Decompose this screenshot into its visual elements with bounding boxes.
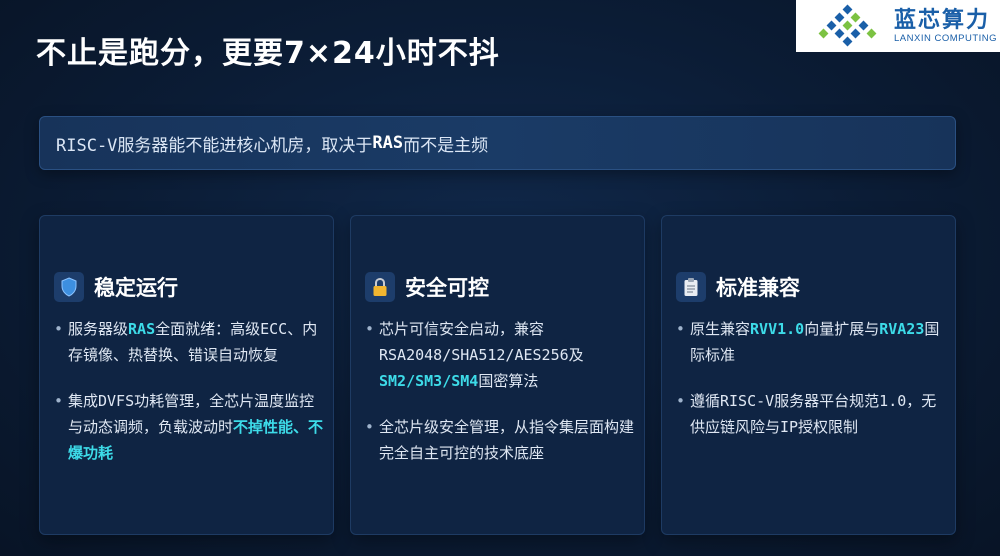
card-stable-operation: 稳定运行 服务器级RAS全面就绪：高级ECC、内存镜像、热替换、错误自动恢复 集… [39,215,334,535]
bullet-security-management: 全芯片级安全管理，从指令集层面构建完全自主可控的技术底座 [365,414,635,466]
banner-ras: RAS [372,133,404,153]
card-title: 安全可控 [405,276,489,300]
logo-mark-icon [818,4,877,47]
page-title: 不止是跑分，更要7×24小时不抖 [36,36,500,71]
card-security: 安全可控 芯片可信安全启动，兼容RSA2048/SHA512/AES256及SM… [350,215,645,535]
clipboard-icon [676,272,706,302]
bullet-dvfs: 集成DVFS功耗管理，全芯片温度监控与动态调频，负载波动时不掉性能、不爆功耗 [54,388,324,466]
logo-name-cn: 蓝芯算力 [894,7,991,33]
lock-icon [365,272,395,302]
card-title: 标准兼容 [716,276,800,300]
banner-prefix: RISC-V服务器能不能进核心机房，取决于 [56,135,373,156]
bullet-rvv: 原生兼容RVV1.0向量扩展与RVA23国际标准 [676,316,946,368]
company-logo: 蓝芯算力 LANXIN COMPUTING [796,0,1000,52]
shield-icon [54,272,84,302]
bullet-secure-boot: 芯片可信安全启动，兼容RSA2048/SHA512/AES256及SM2/SM3… [365,316,635,394]
card-title: 稳定运行 [94,276,178,300]
bullet-platform-spec: 遵循RISC-V服务器平台规范1.0，无供应链风险与IP授权限制 [676,388,946,440]
card-compatibility: 标准兼容 原生兼容RVV1.0向量扩展与RVA23国际标准 遵循RISC-V服务… [661,215,956,535]
banner-suffix: 而不是主频 [403,135,489,156]
logo-name-en: LANXIN COMPUTING [894,32,998,44]
bullet-ras: 服务器级RAS全面就绪：高级ECC、内存镜像、热替换、错误自动恢复 [54,316,324,368]
key-message-banner: RISC-V服务器能不能进核心机房，取决于 RAS 而不是主频 [39,116,956,170]
